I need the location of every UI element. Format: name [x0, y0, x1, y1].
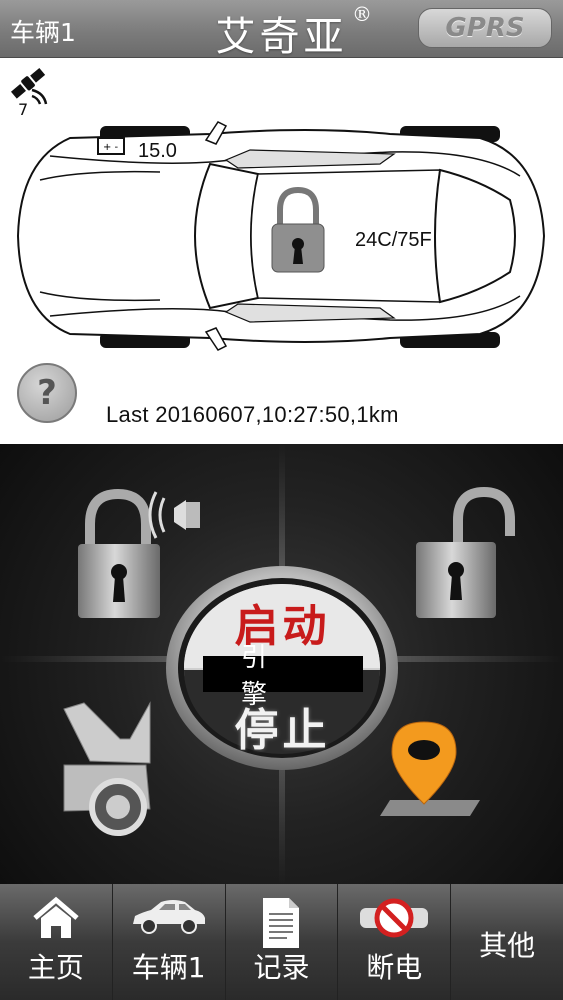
nav-power-cut[interactable]: 断电	[338, 884, 452, 1000]
nav-records[interactable]: 记录	[225, 884, 339, 1000]
nav-records-label: 记录	[253, 951, 310, 984]
engine-stop-label[interactable]: 停止	[165, 694, 400, 758]
car-diagram: + -	[16, 121, 546, 351]
engine-label: 引擎	[203, 643, 363, 710]
home-icon	[33, 896, 79, 938]
bottom-nav: 主页 车辆1 记录 断电 其他	[0, 884, 563, 1000]
nav-home[interactable]: 主页	[0, 884, 113, 1000]
temperature-reading: 24C/75F	[355, 229, 432, 251]
nav-vehicle-label: 车辆1	[131, 951, 206, 984]
last-report-info: Last 20160607,10:27:50,1km	[106, 402, 399, 427]
gprs-button[interactable]: GPRS	[418, 8, 552, 48]
satellite-icon	[10, 67, 48, 105]
nav-power-cut-label: 断电	[366, 951, 423, 984]
power-cut-icon	[360, 898, 429, 938]
remote-control-panel: 启动 引擎 停止	[0, 444, 563, 884]
car-hood-open-icon[interactable]	[60, 699, 170, 839]
car-icon	[132, 900, 205, 934]
registered-mark: ®	[352, 2, 372, 26]
svg-text:+ -: + -	[103, 142, 119, 153]
satellite-count: 7	[18, 100, 29, 119]
help-button[interactable]: ?	[17, 363, 77, 423]
battery-voltage: 15.0	[138, 140, 177, 162]
top-bar: 车辆1 艾奇亚 ® GPRS	[0, 0, 563, 60]
nav-home-label: 主页	[27, 951, 84, 984]
nav-vehicle[interactable]: 车辆1	[112, 884, 226, 1000]
padlock-open-icon[interactable]	[410, 484, 520, 624]
vehicle-status-panel: 7 + - 15.0 24C/75F ? Last 20160607,10:27…	[0, 58, 563, 444]
document-icon	[263, 898, 300, 948]
nav-other-label: 其他	[479, 929, 536, 962]
nav-other[interactable]: 其他	[451, 884, 563, 1000]
engine-start-stop-button[interactable]: 启动 引擎 停止	[165, 564, 400, 772]
